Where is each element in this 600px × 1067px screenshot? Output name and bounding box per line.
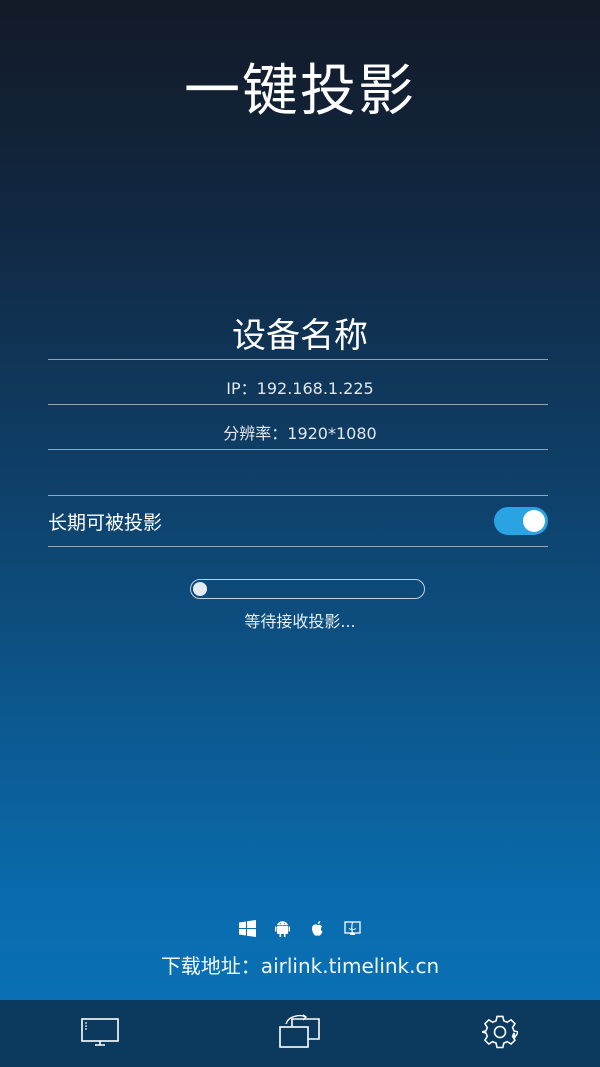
- long-term-projection-label: 长期可被投影: [48, 511, 163, 534]
- settings-gear-icon: [481, 1014, 520, 1054]
- bottom-tab-bar: [0, 1000, 600, 1067]
- long-term-projection-row: 长期可被投影: [48, 496, 548, 546]
- platform-icons: [0, 920, 600, 937]
- apple-icon: [309, 920, 326, 937]
- tab-settings[interactable]: [470, 1009, 530, 1059]
- device-name: 设备名称: [232, 316, 368, 356]
- download-address[interactable]: 下载地址：airlink.timelink.cn: [0, 950, 600, 979]
- tab-screen-switch[interactable]: [270, 1009, 330, 1059]
- mac-finder-icon: [344, 920, 361, 937]
- long-term-projection-toggle[interactable]: [494, 507, 548, 535]
- app-title: 一键投影: [184, 59, 416, 124]
- waiting-progress-bar: [190, 579, 425, 599]
- windows-icon: [239, 920, 256, 937]
- screen-switch-icon: [278, 1013, 322, 1054]
- monitor-icon: [80, 1016, 120, 1052]
- ip-address: IP：192.168.1.225: [226, 379, 374, 398]
- progress-indicator: [193, 582, 207, 596]
- waiting-status-text: 等待接收投影...: [244, 612, 356, 631]
- toggle-knob: [523, 510, 545, 532]
- resolution: 分辨率：1920*1080: [223, 424, 377, 443]
- divider: [48, 359, 548, 360]
- tab-monitor[interactable]: [70, 1009, 130, 1059]
- divider: [48, 546, 548, 547]
- divider: [48, 449, 548, 450]
- divider: [48, 404, 548, 405]
- android-icon: [274, 920, 291, 937]
